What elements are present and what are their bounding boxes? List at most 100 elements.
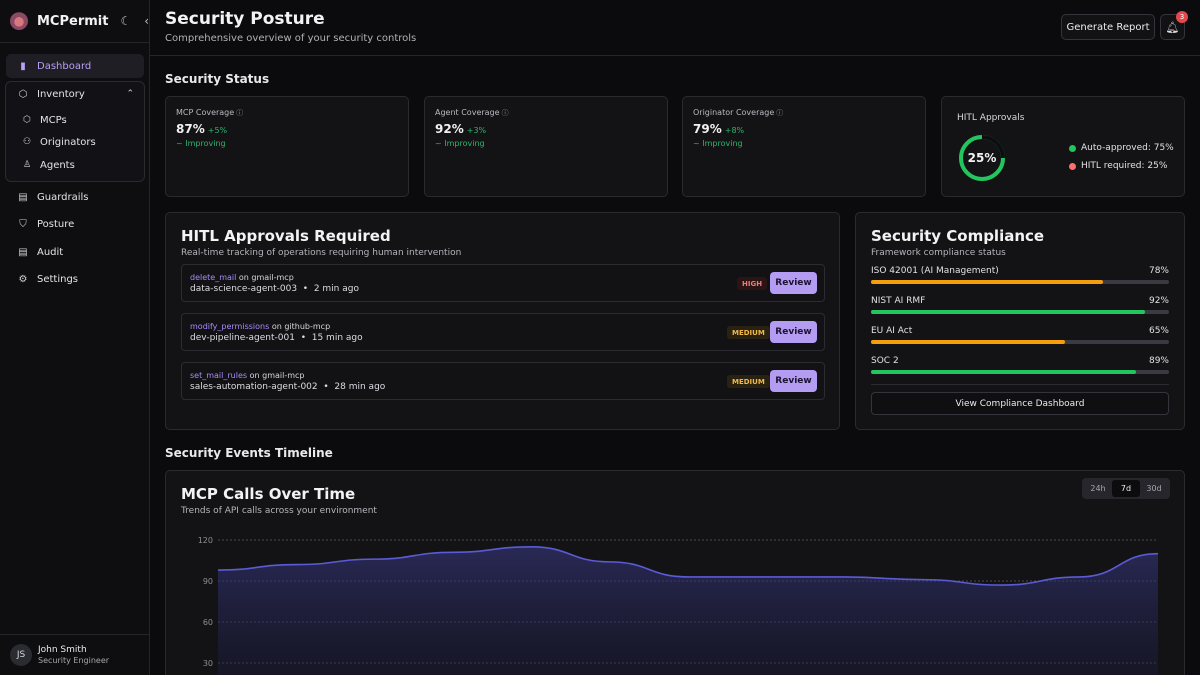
range-24h[interactable]: 24h <box>1084 480 1112 497</box>
sidebar-item-label: Settings <box>37 273 79 285</box>
sidebar-item-label: Agents <box>40 159 75 171</box>
security-status-title: Security Status <box>165 72 270 86</box>
range-30d[interactable]: 30d <box>1140 480 1168 497</box>
sidebar-item-originators[interactable]: ⚇ Originators <box>20 133 96 151</box>
coverage-label: Originator Coverage ⓘ <box>693 108 784 117</box>
compliance-title: Security Compliance <box>871 227 1045 245</box>
coverage-value: 79% +8% <box>693 122 745 136</box>
progress-fill <box>871 280 1104 284</box>
chart-subtitle: Trends of API calls across your environm… <box>181 506 377 516</box>
severity-badge: MEDIUM <box>727 375 770 388</box>
framework-percent: 65% <box>1148 326 1169 336</box>
coverage-label: Agent Coverage ⓘ <box>435 108 509 117</box>
mcp-coverage-card: MCP Coverage ⓘ 87% +5% ~ Improving <box>165 96 409 197</box>
severity-badge: HIGH <box>737 277 768 290</box>
coverage-delta: +5% <box>207 126 228 135</box>
review-button[interactable]: Review <box>770 370 817 392</box>
mcp-calls-chart-card: MCP Calls Over Time Trends of API calls … <box>165 470 1185 675</box>
notification-count-badge: 3 <box>1176 11 1188 23</box>
app-name: MCPermit <box>37 13 109 29</box>
review-button[interactable]: Review <box>770 272 817 294</box>
clipboard-icon: ▤ <box>18 246 28 258</box>
compliance-card: Security Compliance Framework compliance… <box>855 212 1185 430</box>
page-subtitle: Comprehensive overview of your security … <box>165 33 417 44</box>
coverage-label: MCP Coverage ⓘ <box>176 108 244 117</box>
brand: MCPermit ☾ ‹ <box>10 10 162 32</box>
legend-dot <box>1069 144 1076 152</box>
sidebar-item-posture[interactable]: ⛉ Posture <box>6 212 144 236</box>
framework-percent: 92% <box>1148 296 1169 306</box>
sidebar-item-guardrails[interactable]: ▤ Guardrails <box>6 185 144 209</box>
box-icon: ⬡ <box>18 88 28 100</box>
progress-track <box>871 280 1169 284</box>
progress-fill <box>871 370 1137 374</box>
agent-info: dev-pipeline-agent-001 • 15 min ago <box>190 333 363 343</box>
sidebar-item-dashboard[interactable]: ▮ Dashboard <box>6 54 144 78</box>
hitl-percent: 25% <box>967 151 997 165</box>
chevron-up-icon: ⌃ <box>126 89 134 99</box>
framework-name: SOC 2 <box>871 356 899 366</box>
framework-percent: 78% <box>1148 266 1169 276</box>
coverage-delta: +3% <box>466 126 487 135</box>
sidebar-item-settings[interactable]: ⚙ Settings <box>6 267 144 291</box>
range-7d[interactable]: 7d <box>1112 480 1140 497</box>
user-role: Security Engineer <box>38 656 110 665</box>
user-profile[interactable]: JS John Smith Security Engineer <box>0 634 150 675</box>
list-item: set_mail_rules on gmail-mcp sales-automa… <box>181 362 825 400</box>
info-icon[interactable]: ⓘ <box>236 109 243 117</box>
area-fill <box>218 546 1158 675</box>
sidebar-item-label: Guardrails <box>37 191 89 203</box>
sidebar-item-label: Dashboard <box>37 60 92 72</box>
approvals-required-card: HITL Approvals Required Real-time tracki… <box>165 212 840 430</box>
hitl-card-title: HITL Approvals <box>957 113 1025 123</box>
progress-fill <box>871 340 1065 344</box>
progress-track <box>871 370 1169 374</box>
framework-name: ISO 42001 (AI Management) <box>871 266 999 276</box>
collapse-sidebar-icon[interactable]: ‹ <box>144 14 149 28</box>
compliance-subtitle: Framework compliance status <box>871 248 1006 258</box>
cube-icon: ⬡ <box>23 115 31 125</box>
users-icon: ⚇ <box>22 137 32 147</box>
operation: modify_permissions on github-mcp <box>190 322 331 331</box>
sidebar-item-mcps[interactable]: ⬡ MCPs <box>20 111 67 129</box>
legend-hitl-required: HITL required: 25% <box>1069 161 1167 171</box>
sidebar: MCPermit ☾ ‹ ▮ Dashboard ⬡ Inventory ⌃ ⬡… <box>0 0 150 675</box>
review-button[interactable]: Review <box>770 321 817 343</box>
page-header: Security Posture Comprehensive overview … <box>150 0 1200 56</box>
info-icon[interactable]: ⓘ <box>776 109 783 117</box>
sidebar-item-agents[interactable]: ♙ Agents <box>20 156 75 174</box>
sidebar-item-label: MCPs <box>40 114 67 126</box>
progress-fill <box>871 310 1146 314</box>
divider <box>871 384 1169 385</box>
info-icon[interactable]: ⓘ <box>502 109 509 117</box>
view-compliance-dashboard-button[interactable]: View Compliance Dashboard <box>871 392 1169 415</box>
sidebar-item-inventory[interactable]: ⬡ Inventory ⌃ <box>6 82 144 106</box>
agent-coverage-card: Agent Coverage ⓘ 92% +3% ~ Improving <box>424 96 668 197</box>
coverage-trend: ~ Improving <box>435 139 485 148</box>
bell-icon: 🔔︎ <box>1165 20 1180 34</box>
user-icon: ♙ <box>22 160 32 170</box>
theme-toggle-icon[interactable]: ☾ <box>120 14 131 28</box>
coverage-delta: +8% <box>724 126 745 135</box>
bar-chart-icon: ▮ <box>20 60 26 72</box>
chart-title: MCP Calls Over Time <box>181 485 356 503</box>
sidebar-item-label: Audit <box>37 246 64 258</box>
coverage-value: 92% +3% <box>435 122 487 136</box>
approvals-subtitle: Real-time tracking of operations requiri… <box>181 248 462 258</box>
sidebar-item-label: Posture <box>37 218 75 230</box>
framework-name: NIST AI RMF <box>871 296 926 306</box>
y-tick-label: 90 <box>203 577 213 586</box>
legend-dot <box>1069 162 1076 170</box>
notifications-button[interactable]: 🔔︎ 3 <box>1160 11 1188 40</box>
sidebar-item-label: Inventory <box>37 88 85 100</box>
list-item: delete_mail on gmail-mcp data-science-ag… <box>181 264 825 302</box>
user-name: John Smith <box>38 645 87 655</box>
avatar: JS <box>10 644 32 666</box>
agent-info: data-science-agent-003 • 2 min ago <box>190 284 359 294</box>
page-title: Security Posture <box>165 9 325 29</box>
coverage-value: 87% +5% <box>176 122 228 136</box>
legend-auto-approved: Auto-approved: 75% <box>1069 143 1174 153</box>
generate-report-button[interactable]: Generate Report <box>1061 14 1155 40</box>
timeline-section-title: Security Events Timeline <box>165 446 333 460</box>
sidebar-item-audit[interactable]: ▤ Audit <box>6 240 144 264</box>
